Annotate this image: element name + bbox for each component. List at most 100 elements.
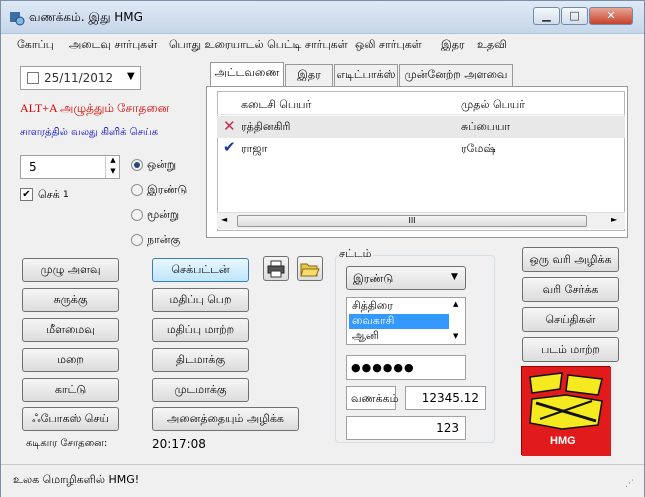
close-icon: ✕ bbox=[606, 9, 616, 22]
title-bar[interactable]: வணக்கம். இது HMG ▁ □ ✕ bbox=[1, 1, 644, 34]
timer-value: 20:17:08 bbox=[152, 437, 206, 451]
main-window: வணக்கம். இது HMG ▁ □ ✕ கோப்பு அடைவு சார்… bbox=[0, 0, 645, 497]
vanakkam-text: வணக்கம் bbox=[351, 392, 399, 405]
menu-file[interactable]: கோப்பு bbox=[17, 38, 54, 53]
minimize-button[interactable]: ▁ bbox=[533, 7, 560, 25]
column-first-name[interactable]: முதல் பெயர் bbox=[461, 98, 525, 113]
open-folder-button[interactable] bbox=[297, 256, 323, 281]
radio-three[interactable] bbox=[131, 209, 143, 221]
spinner-up-icon[interactable]: ▲ bbox=[105, 156, 120, 167]
radio-one[interactable] bbox=[131, 159, 143, 171]
cross-icon: ✕ bbox=[223, 117, 236, 135]
combo-value: இரண்டு bbox=[353, 272, 394, 285]
restore-button[interactable]: மீளமைவு bbox=[22, 318, 119, 342]
chevron-down-icon[interactable]: ▼ bbox=[127, 71, 135, 82]
list-scroll-down-icon[interactable]: ▼ bbox=[453, 332, 458, 340]
list-item[interactable]: வைகாசி bbox=[349, 314, 449, 329]
set-value-button[interactable]: மதிப்பு மாற்ற bbox=[152, 318, 249, 342]
table-row[interactable]: ✔ ராஜா ரமேஷ் bbox=[217, 138, 625, 160]
spinner-value: 5 bbox=[29, 160, 37, 174]
print-button[interactable] bbox=[263, 256, 289, 281]
menu-help[interactable]: உதவி bbox=[477, 38, 507, 53]
enable-button[interactable]: திடமாக்கு bbox=[152, 348, 249, 372]
radio-one-label: ஒன்று bbox=[147, 158, 177, 171]
table-row[interactable]: ✕ ரத்தினகிரி சுப்பையா bbox=[217, 116, 625, 138]
checkbutton-button[interactable]: செக்பட்டன் bbox=[152, 258, 249, 282]
close-button[interactable]: ✕ bbox=[589, 7, 633, 25]
check-count: 1 bbox=[63, 190, 69, 200]
group-label: சட்டம் bbox=[337, 247, 374, 262]
date-picker[interactable]: 25/11/2012 ▼ bbox=[20, 66, 141, 90]
vanakkam-field[interactable]: வணக்கம் bbox=[346, 386, 399, 410]
logo-text: HMG bbox=[550, 435, 576, 447]
check-checkbox[interactable]: ✔ bbox=[20, 188, 33, 201]
status-text: உலக மொழிகளில் HMG! bbox=[13, 473, 140, 486]
add-line-button[interactable]: வரி சேர்க்க bbox=[522, 277, 619, 302]
column-last-name[interactable]: கடைசி பெயர் bbox=[241, 98, 311, 113]
number-field[interactable]: 12345.12 bbox=[405, 386, 486, 410]
month-listbox[interactable]: சித்திரை வைகாசி ஆனி ▲ ▼ bbox=[346, 297, 466, 345]
tab-progress[interactable]: முன்னேற்ற அளவை bbox=[399, 64, 513, 86]
list-scroll-up-icon[interactable]: ▲ bbox=[453, 300, 458, 308]
change-picture-button[interactable]: படம் மாற்ற bbox=[522, 337, 619, 362]
tab-editbox[interactable]: எடிட்பாக்ஸ் bbox=[334, 64, 398, 86]
app-icon bbox=[10, 12, 25, 26]
open-folder-icon bbox=[300, 263, 320, 277]
check-icon: ✔ bbox=[223, 138, 236, 156]
delete-line-button[interactable]: ஒரு வரி அழிக்க bbox=[522, 247, 619, 272]
radio-two[interactable] bbox=[131, 184, 143, 196]
tab-misc[interactable]: இதர bbox=[285, 64, 333, 86]
group-combobox[interactable]: இரண்டு ▼ bbox=[346, 266, 466, 290]
scroll-left-icon[interactable]: ◄ bbox=[221, 215, 227, 224]
row-last: ராஜா bbox=[241, 142, 268, 155]
date-checkbox[interactable] bbox=[27, 72, 39, 84]
number-field-2[interactable]: 123 bbox=[346, 416, 466, 440]
window-title: வணக்கம். இது HMG bbox=[29, 10, 143, 24]
number-value: 12345.12 bbox=[421, 391, 479, 405]
radio-four[interactable] bbox=[131, 234, 143, 246]
menu-sound-functions[interactable]: ஒலி சார்புகள் bbox=[355, 38, 422, 53]
maximize-button[interactable]: □ bbox=[561, 7, 588, 25]
menu-folder-functions[interactable]: அடைவு சார்புகள் bbox=[69, 38, 157, 53]
hmg-logo-image: HMG bbox=[521, 366, 611, 456]
chevron-down-icon[interactable]: ▼ bbox=[451, 272, 458, 282]
show-button[interactable]: காட்டு bbox=[22, 378, 119, 402]
row-first: சுப்பையா bbox=[461, 120, 511, 133]
alt-a-label: ALT+A அழுத்தும் சோதனை bbox=[20, 101, 170, 115]
spinner-down-icon[interactable]: ▼ bbox=[105, 167, 120, 178]
row-last: ரத்தினகிரி bbox=[241, 120, 291, 133]
menu-misc[interactable]: இதர bbox=[441, 38, 465, 53]
scroll-right-icon[interactable]: ► bbox=[611, 215, 617, 224]
resize-grip-icon[interactable]: ⋰ bbox=[625, 479, 634, 489]
radio-two-label: இரண்டு bbox=[147, 183, 188, 196]
clear-all-button[interactable]: அனைத்தையும் அழிக்க bbox=[152, 407, 299, 431]
number-value-2: 123 bbox=[436, 421, 459, 435]
minimize-icon: ▁ bbox=[542, 9, 551, 22]
menu-common-dialog-functions[interactable]: பொது உரையாடல் பெட்டி சார்புகள் bbox=[169, 38, 348, 53]
minimize-window-button[interactable]: சுருக்கு bbox=[22, 288, 119, 312]
table-header: கடைசி பெயர் முதல் பெயர் bbox=[217, 93, 625, 115]
row-first: ரமேஷ் bbox=[461, 142, 496, 155]
radio-three-label: மூன்று bbox=[147, 208, 180, 221]
maximize-window-button[interactable]: முழு அளவு bbox=[22, 258, 119, 282]
disable-button[interactable]: முடமாக்கு bbox=[152, 378, 249, 402]
scroll-grip: III bbox=[408, 216, 416, 225]
status-bar: உலக மொழிகளில் HMG! ⋰ bbox=[1, 464, 644, 497]
radio-four-label: நான்கு bbox=[147, 233, 181, 246]
list-item[interactable]: ஆனி bbox=[349, 329, 449, 344]
hide-button[interactable]: மறை bbox=[22, 348, 119, 372]
messages-button[interactable]: செய்திகள் bbox=[522, 307, 619, 332]
scroll-thumb[interactable]: III bbox=[237, 215, 587, 227]
list-item[interactable]: சித்திரை bbox=[349, 299, 449, 314]
date-value: 25/11/2012 bbox=[44, 71, 114, 85]
right-click-label: சாளரத்தில் வலது கிளிக் செய்க bbox=[20, 127, 158, 138]
password-field[interactable]: ●●●●●● bbox=[346, 355, 466, 380]
focus-button[interactable]: ஃபோகஸ் செய் bbox=[22, 407, 119, 431]
get-value-button[interactable]: மதிப்பு பெற bbox=[152, 288, 249, 312]
password-mask: ●●●●●● bbox=[351, 361, 415, 374]
check-label: செக் bbox=[38, 188, 60, 201]
maximize-icon: □ bbox=[569, 9, 580, 22]
spinner-input[interactable]: 5 ▲ ▼ bbox=[20, 155, 120, 179]
tab-table[interactable]: அட்டவணை bbox=[210, 62, 284, 86]
horizontal-scrollbar[interactable]: ◄ III ► bbox=[217, 212, 625, 229]
